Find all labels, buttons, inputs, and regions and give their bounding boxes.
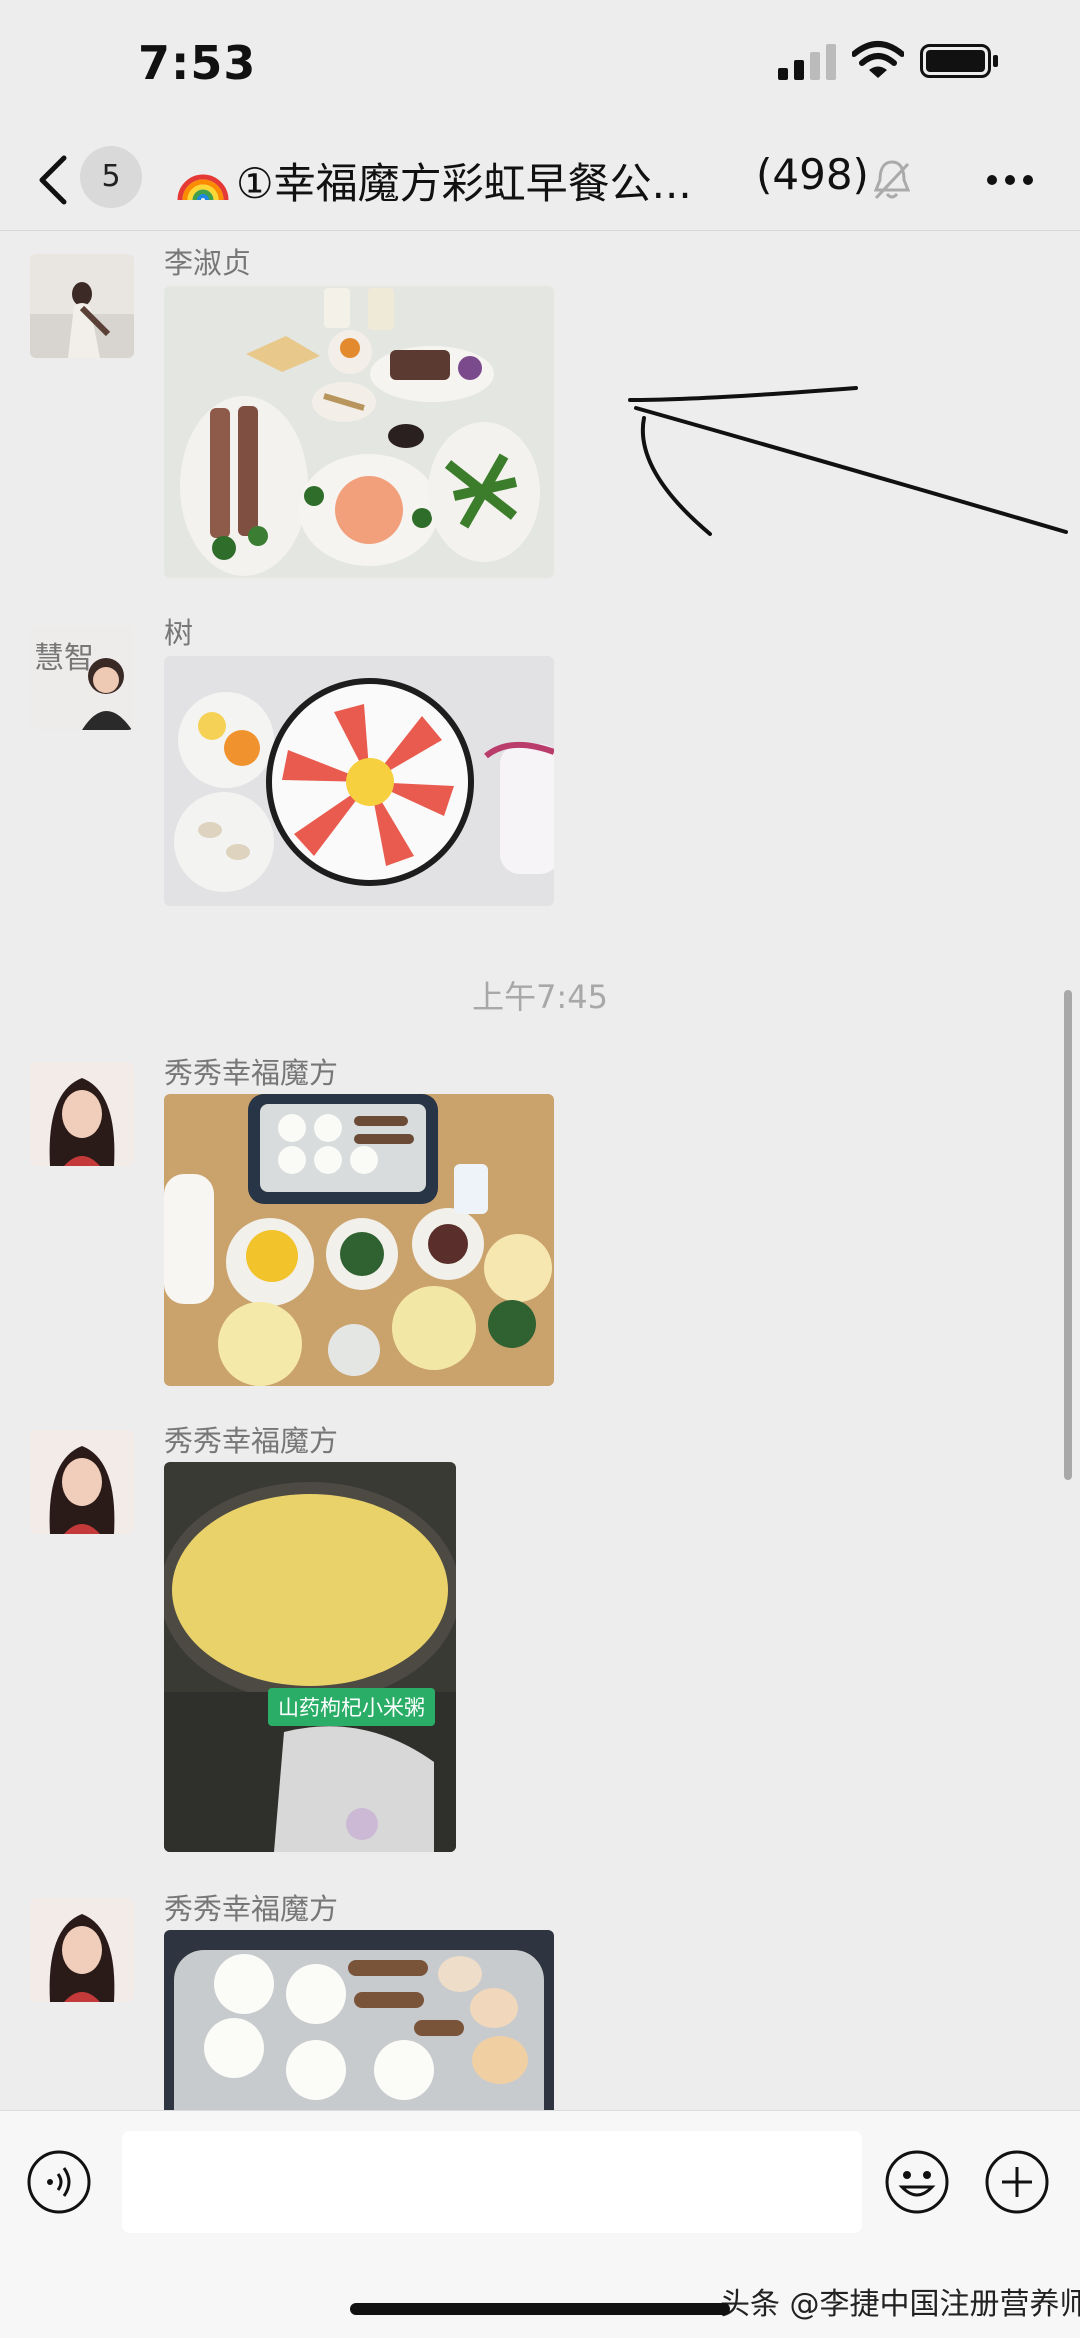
group-title-text: ①幸福魔方彩虹早餐公... [236,159,692,208]
emoji-icon[interactable] [884,2149,950,2215]
battery-icon [920,44,998,78]
input-bar: 头条 @李捷中国注册营养师 [0,2110,1080,2338]
avatar[interactable] [30,1898,134,2002]
chat-message: 秀秀幸福魔方 山药枸杞小米粥 [0,1418,1080,1858]
signal-icon [778,44,836,80]
message-input[interactable] [122,2131,862,2233]
unread-badge[interactable]: 5 [80,146,142,208]
breakfast-table-photo[interactable] [164,1094,554,1386]
sender-name: 李淑贞 [164,246,252,280]
voice-icon[interactable] [26,2149,92,2215]
avatar[interactable] [30,1430,134,1534]
hand-drawn-arrow [628,386,1068,536]
avatar[interactable] [30,254,134,358]
more-icon[interactable] [986,174,1034,186]
avatar[interactable]: 慧智 [30,626,134,730]
home-indicator [350,2303,730,2315]
breakfast-photo[interactable] [164,286,554,578]
back-icon[interactable] [34,150,74,210]
steamer-photo[interactable] [164,1930,554,2110]
chat-message: 秀秀幸福魔方 [0,1886,1080,2110]
svg-text:慧智: 慧智 [34,641,94,676]
photo-caption: 山药枸杞小米粥 [268,1688,435,1726]
chat-header: 5 ①幸福魔方彩虹早餐公... (498) [0,130,1080,231]
scrollbar[interactable] [1064,990,1072,1480]
message-timestamp: 上午7:45 [472,978,608,1016]
mute-bell-icon [873,160,911,200]
chat-message: 秀秀幸福魔方 [0,1050,1080,1390]
sender-name: 秀秀幸福魔方 [164,1056,339,1090]
wifi-icon [852,41,904,78]
status-time: 7:53 [138,36,257,90]
plus-icon[interactable] [984,2149,1050,2215]
rainbow-icon [177,174,229,201]
group-title[interactable]: ①幸福魔方彩虹早餐公... [176,150,692,211]
member-count: (498) [756,150,869,199]
sender-name: 秀秀幸福魔方 [164,1424,339,1458]
porridge-photo[interactable]: 山药枸杞小米粥 [164,1462,456,1852]
sender-name: 树 [164,616,194,650]
chat-message: 慧智 树 [0,610,1080,910]
status-bar: 7:53 [0,0,1080,130]
watermark: 头条 @李捷中国注册营养师 [720,2287,1080,2322]
fruit-platter-photo[interactable] [164,656,554,906]
avatar[interactable] [30,1062,134,1166]
sender-name: 秀秀幸福魔方 [164,1892,339,1926]
